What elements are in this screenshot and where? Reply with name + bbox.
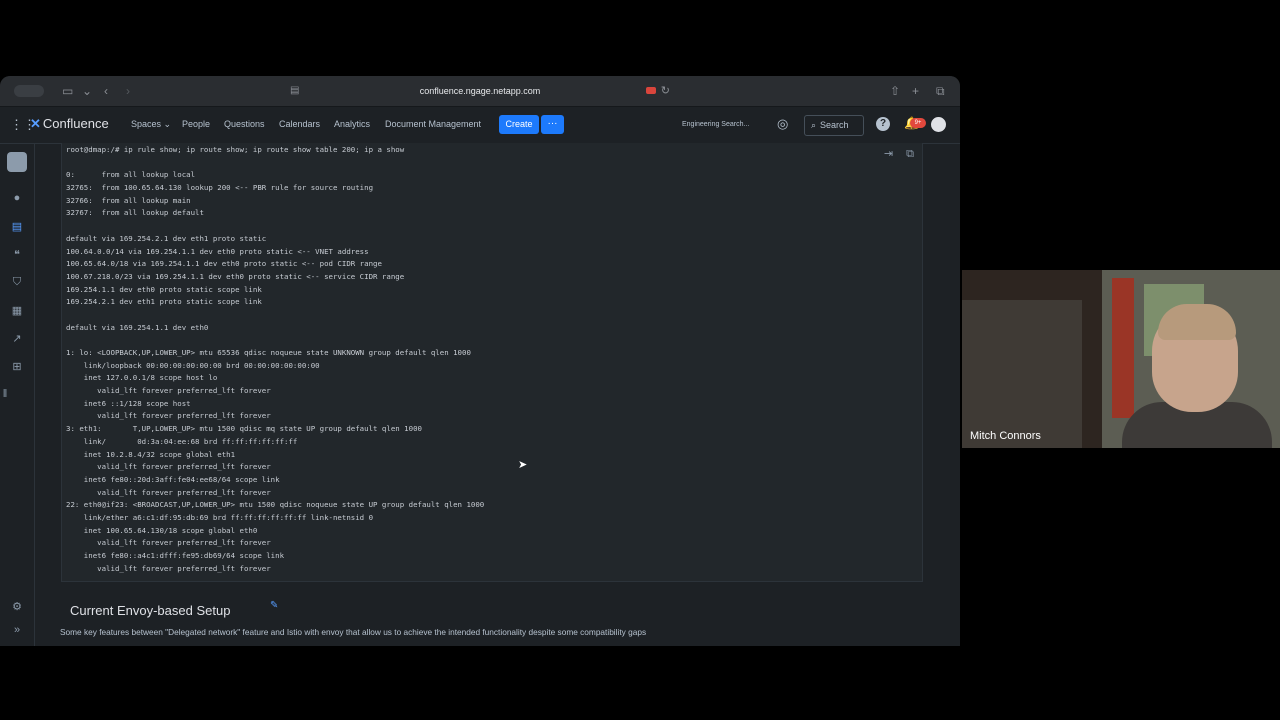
participant-name: Mitch Connors (970, 430, 1041, 442)
code-line: valid_lft forever preferred_lft forever (66, 386, 271, 396)
code-line: inet6 fe80::20d:3aff:fe04:ee68/64 scope … (66, 474, 280, 484)
code-line: valid_lft forever preferred_lft forever (66, 487, 271, 497)
code-line: 32765: from 100.65.64.130 lookup 200 <--… (66, 183, 374, 193)
safari-toolbar: ▭ ⌄ ‹ › ▤ confluence.ngage.netapp.com ↻ … (0, 76, 960, 107)
left-sidebar: ● ▤ ❝ ⛉ ▦ ↗ ⊞ ‖ ⚙ » (0, 144, 35, 646)
copy-icon[interactable]: ⧉ (906, 148, 914, 160)
code-line: valid_lft forever preferred_lft forever (66, 563, 271, 573)
code-line: 0: from all lookup local (66, 170, 196, 180)
confluence-mark-icon: ✕ (30, 116, 41, 131)
nav-questions[interactable]: Questions (224, 119, 265, 129)
code-block: ⇥ ⧉ root@dmap:/# ip rule show; ip route … (61, 143, 923, 582)
code-line: inet 127.0.0.1/8 scope host lo (66, 373, 218, 383)
nav-analytics[interactable]: Analytics (334, 119, 370, 129)
share-icon[interactable]: ⇧ (890, 83, 900, 99)
url-text: confluence.ngage.netapp.com (419, 86, 541, 96)
code-lines: root@dmap:/# ip rule show; ip route show… (66, 144, 906, 575)
code-line: 169.254.2.1 dev eth1 proto static scope … (66, 297, 262, 307)
recording-icon (646, 87, 656, 94)
person-icon[interactable]: ● (10, 192, 24, 204)
code-line: inet6 fe80::a4c1:dfff:fe95:db69/64 scope… (66, 551, 285, 560)
code-line: root@dmap:/# ip rule show; ip route show… (66, 145, 405, 154)
nav-people[interactable]: People (182, 119, 210, 129)
code-line: 169.254.1.1 dev eth0 proto static scope … (66, 284, 262, 294)
code-line: inet 10.2.8.4/32 scope global eth1 (66, 449, 236, 459)
code-line: 100.64.0.0/14 via 169.254.1.1 dev eth0 p… (66, 246, 369, 256)
hierarchy-icon[interactable]: ⊞ (10, 360, 24, 373)
new-tab-icon[interactable]: + (912, 83, 919, 99)
notification-badge: 9+ (910, 118, 926, 128)
code-line: default via 169.254.1.1 dev eth0 (66, 322, 209, 332)
tabs-overview-icon[interactable]: ⧉ (936, 83, 945, 99)
video-shelf (962, 300, 1082, 448)
browser-window: ▭ ⌄ ‹ › ▤ confluence.ngage.netapp.com ↻ … (0, 76, 960, 646)
mouse-cursor-icon: ➤ (518, 459, 528, 471)
expand-icon[interactable]: » (10, 624, 24, 636)
code-line: 1: lo: <LOOPBACK,UP,LOWER_UP> mtu 65536 … (66, 348, 471, 357)
create-button[interactable]: Create (499, 115, 539, 134)
code-line: inet 100.65.64.130/18 scope global eth0 (66, 525, 258, 535)
back-icon[interactable]: ‹ (104, 83, 108, 99)
nav-spaces-label: Spaces (131, 119, 162, 129)
code-line: valid_lft forever preferred_lft forever (66, 462, 271, 472)
code-line: 100.67.218.0/23 via 169.254.1.1 dev eth0… (66, 271, 405, 281)
code-line: 32766: from all lookup main (66, 195, 191, 205)
code-line: 32767: from all lookup default (66, 208, 204, 218)
page-icon: ▤ (290, 85, 300, 96)
sidebar-toggle-icon[interactable]: ▭ (62, 83, 73, 99)
window-controls[interactable] (14, 85, 44, 97)
code-line: 3: eth1: T,UP,LOWER_UP> mtu 1500 qdisc m… (66, 424, 422, 434)
video-tile: Mitch Connors (962, 270, 1280, 448)
code-line: link/ 0d:3a:04:ee:68 brd ff:ff:ff:ff:ff:… (66, 436, 298, 446)
feedback-icon[interactable]: ◎ (777, 116, 788, 132)
chevron-down-icon[interactable]: ⌄ (82, 83, 92, 99)
search-button[interactable]: ⌕ Search (804, 115, 864, 136)
gear-icon[interactable]: ⚙ (10, 600, 24, 613)
engineering-search[interactable]: Engineering Search... (682, 121, 749, 128)
search-icon: ⌕ (811, 120, 817, 130)
video-person-hair (1158, 304, 1236, 340)
page-icon[interactable]: ▤ (10, 220, 24, 233)
user-avatar[interactable] (931, 117, 946, 132)
create-more-button[interactable]: ··· (541, 115, 564, 134)
confluence-top-nav: ⋮⋮ ✕ Confluence Spaces ⌄ People Questions… (0, 107, 960, 144)
address-bar[interactable]: ▤ confluence.ngage.netapp.com ↻ (290, 82, 670, 100)
nav-spaces[interactable]: Spaces ⌄ (131, 119, 171, 130)
search-label: Search (820, 120, 849, 130)
reload-icon[interactable]: ↻ (661, 82, 670, 100)
code-line: 100.65.64.0/18 via 169.254.1.1 dev eth0 … (66, 259, 382, 269)
code-line: valid_lft forever preferred_lft forever (66, 538, 271, 548)
help-icon[interactable]: ? (876, 117, 890, 131)
space-avatar[interactable] (7, 152, 27, 172)
resize-handle[interactable]: ‖ (0, 388, 12, 400)
code-line: link/ether a6:c1:df:95:db:69 brd ff:ff:f… (66, 512, 374, 522)
code-line: inet6 ::1/128 scope host (66, 398, 191, 408)
code-line: valid_lft forever preferred_lft forever (66, 411, 271, 421)
forward-icon[interactable]: › (126, 83, 130, 99)
confluence-logo[interactable]: ✕ Confluence (30, 116, 109, 132)
video-curtain (1112, 278, 1134, 418)
shield-icon[interactable]: ⛉ (10, 276, 24, 289)
pencil-icon[interactable]: ✎ (270, 600, 278, 611)
code-line: 22: eth0@if23: <BROADCAST,UP,LOWER_UP> m… (66, 500, 485, 510)
code-line: default via 169.254.2.1 dev eth1 proto s… (66, 233, 267, 243)
quote-icon[interactable]: ❝ (10, 248, 24, 261)
analytics-icon[interactable]: ↗ (10, 332, 24, 345)
nav-document-management[interactable]: Document Management (385, 119, 481, 129)
calendar-icon[interactable]: ▦ (10, 304, 24, 317)
section-heading: Current Envoy-based Setup (70, 603, 231, 618)
code-line: link/loopback 00:00:00:00:00:00 brd 00:0… (66, 360, 320, 370)
section-description: Some key features between "Delegated net… (60, 627, 647, 637)
nav-calendars[interactable]: Calendars (279, 119, 320, 129)
logo-text: Confluence (42, 116, 109, 131)
